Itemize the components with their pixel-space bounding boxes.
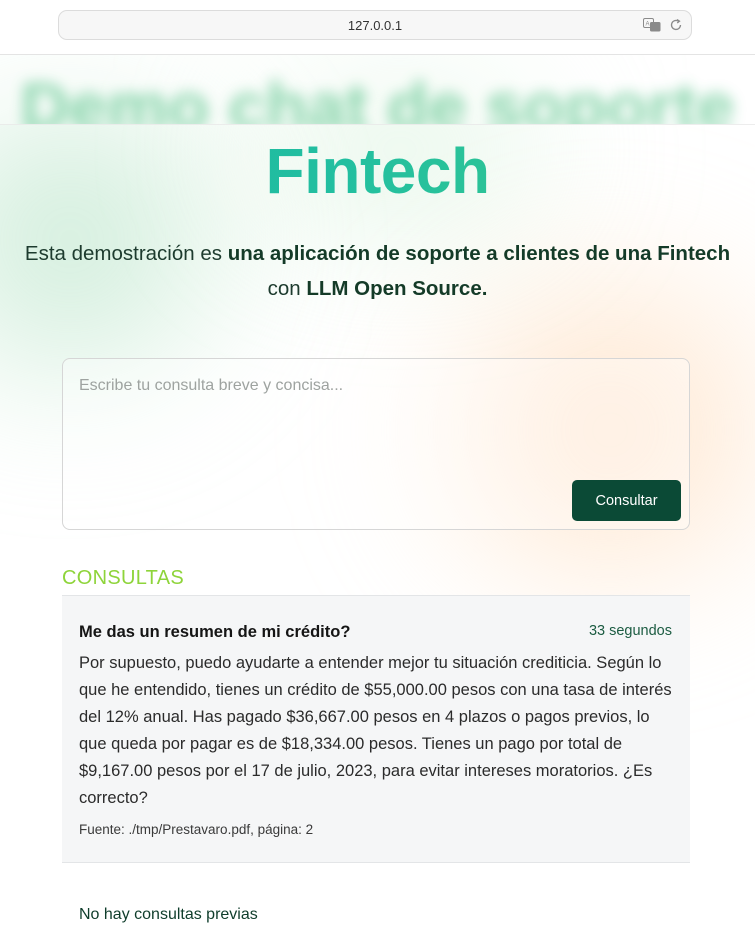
submit-button[interactable]: Consultar bbox=[572, 480, 681, 521]
reload-icon[interactable] bbox=[669, 18, 683, 32]
answer-time: 33 segundos bbox=[588, 623, 672, 639]
address-bar[interactable]: 127.0.0.1 A bbox=[58, 10, 692, 40]
answer-question: Me das un resumen de mi crédito? bbox=[79, 623, 351, 641]
answer-text: Por supuesto, puedo ayudarte a entender … bbox=[79, 654, 672, 807]
query-input[interactable] bbox=[79, 377, 669, 477]
intro-part1: Esta demostración es bbox=[24, 242, 228, 265]
answer-source: Fuente: ./tmp/Prestavaro.pdf, página: 2 bbox=[79, 822, 314, 837]
intro-text: Esta demostración es una aplicación de s… bbox=[20, 236, 735, 306]
intro-bold1: una aplicación de soporte a clientes de … bbox=[227, 242, 731, 265]
page: 127.0.0.1 A Demo chat de soporte Fintech… bbox=[0, 0, 755, 945]
page-title: Fintech bbox=[0, 134, 755, 208]
history-empty-text: No hay consultas previas bbox=[79, 906, 258, 923]
section-title: CONSULTAS bbox=[62, 567, 184, 589]
intro-bold2: LLM Open Source. bbox=[306, 277, 488, 300]
answer-card: Me das un resumen de mi crédito? 33 segu… bbox=[62, 595, 690, 863]
translate-icon[interactable]: A bbox=[643, 18, 661, 32]
query-form: Consultar bbox=[62, 358, 690, 530]
browser-toolbar: 127.0.0.1 A bbox=[0, 0, 755, 55]
svg-text:A: A bbox=[646, 22, 650, 28]
address-bar-url[interactable]: 127.0.0.1 bbox=[59, 11, 691, 41]
header-frost-overlay bbox=[0, 54, 755, 125]
intro-part2: con bbox=[267, 277, 307, 300]
